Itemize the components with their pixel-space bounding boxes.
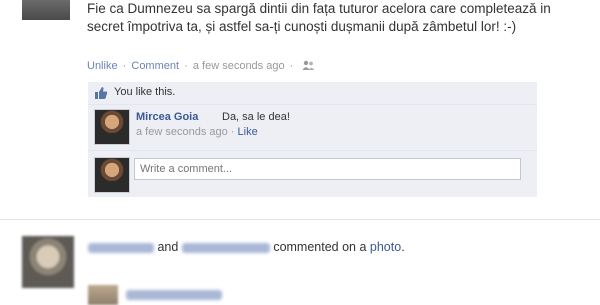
commenter-avatar[interactable]: [94, 109, 130, 145]
separator: ·: [122, 60, 127, 72]
comment-input[interactable]: [134, 158, 521, 180]
blurred-name[interactable]: [181, 242, 270, 253]
unlike-link[interactable]: Unlike: [87, 60, 118, 72]
comment-timestamp[interactable]: a few seconds ago: [136, 126, 228, 138]
comment-text: Da, sa le dea!: [222, 111, 290, 123]
thumbs-up-icon: [94, 86, 108, 105]
story-connector: and: [157, 240, 179, 254]
post-actions: Unlike · Comment · a few seconds ago ·: [87, 60, 315, 74]
people-icon[interactable]: [302, 60, 315, 74]
comment-item: Mircea Goia Da, sa le dea! a few seconds…: [88, 105, 537, 151]
comment-composer: [88, 151, 537, 197]
story-avatar[interactable]: [88, 285, 118, 305]
comment-author[interactable]: Mircea Goia: [136, 111, 198, 123]
likes-bar: You like this.: [88, 82, 537, 105]
blurred-name[interactable]: [126, 290, 222, 300]
feed-story-headline: and commented on a photo.: [88, 240, 405, 254]
likes-text: You like this.: [114, 86, 176, 98]
post-timestamp[interactable]: a few seconds ago: [193, 60, 285, 72]
story-avatar[interactable]: [22, 236, 74, 288]
story-end: .: [401, 240, 405, 254]
post-author-avatar[interactable]: [22, 0, 70, 20]
story-action: commented on a: [273, 240, 367, 254]
post-message: Fie ca Dumnezeu sa spargă dintii din faț…: [87, 1, 551, 34]
separator: ·: [289, 60, 294, 72]
photo-link[interactable]: photo: [370, 240, 401, 254]
separator: ·: [184, 60, 188, 72]
current-user-avatar: [94, 157, 130, 193]
comment-meta: a few seconds ago · Like: [136, 126, 258, 138]
comment-link[interactable]: Comment: [131, 60, 179, 72]
blurred-name[interactable]: [88, 242, 154, 253]
comment-like-link[interactable]: Like: [238, 126, 258, 138]
feed-divider: [0, 219, 600, 220]
separator: ·: [230, 126, 235, 138]
